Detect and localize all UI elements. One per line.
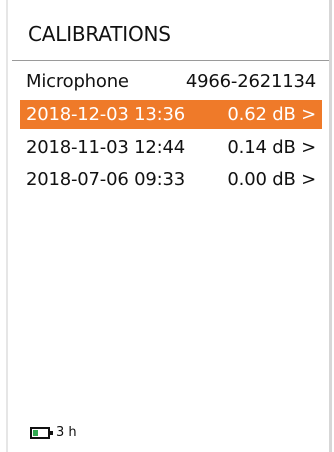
- calibrations-screen: CALIBRATIONS Microphone 4966-2621134 201…: [6, 0, 332, 452]
- microphone-header-row: Microphone 4966-2621134: [20, 67, 322, 96]
- calibration-value: 0.00 dB >: [227, 169, 316, 190]
- calibration-value: 0.14 dB >: [227, 137, 316, 158]
- calibration-row[interactable]: 2018-11-03 12:44 0.14 dB >: [20, 133, 322, 162]
- right-edge: [329, 0, 332, 452]
- calibration-datetime: 2018-12-03 13:36: [26, 104, 186, 125]
- calibration-datetime: 2018-07-06 09:33: [26, 169, 186, 190]
- microphone-label: Microphone: [26, 71, 129, 92]
- battery-icon: [30, 426, 53, 439]
- status-bar: 3 h: [30, 425, 77, 440]
- page-title: CALIBRATIONS: [28, 22, 171, 46]
- calibration-value: 0.62 dB >: [227, 104, 316, 125]
- calibration-row[interactable]: 2018-07-06 09:33 0.00 dB >: [20, 165, 322, 194]
- battery-fill: [33, 429, 38, 436]
- battery-time: 3 h: [56, 425, 77, 440]
- microphone-serial: 4966-2621134: [185, 71, 316, 92]
- title-divider: [12, 60, 329, 61]
- calibration-datetime: 2018-11-03 12:44: [26, 137, 186, 158]
- left-edge: [6, 0, 8, 452]
- calibration-row[interactable]: 2018-12-03 13:36 0.62 dB >: [20, 100, 322, 129]
